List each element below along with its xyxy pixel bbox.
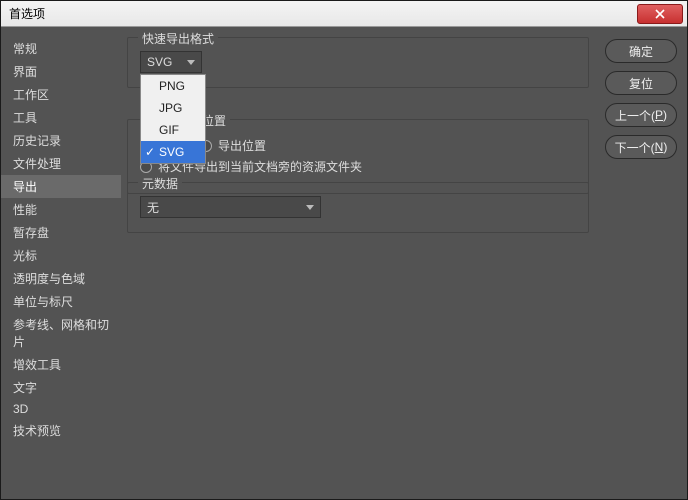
sidebar-item[interactable]: 暂存盘	[1, 221, 121, 244]
reset-button[interactable]: 复位	[605, 71, 677, 95]
sidebar-item[interactable]: 3D	[1, 399, 121, 419]
sidebar-item[interactable]: 导出	[1, 175, 121, 198]
sidebar-item[interactable]: 参考线、网格和切片	[1, 313, 121, 353]
group-metadata: 元数据 无	[127, 182, 589, 233]
close-button[interactable]	[637, 4, 683, 24]
format-select[interactable]: SVG PNGJPGGIF✓SVG	[140, 51, 202, 73]
sidebar-item[interactable]: 技术预览	[1, 419, 121, 442]
ok-button[interactable]: 确定	[605, 39, 677, 63]
sidebar-item[interactable]: 工具	[1, 106, 121, 129]
sidebar-item[interactable]: 性能	[1, 198, 121, 221]
group-quick-export: 快速导出格式 SVG PNGJPGGIF✓SVG	[127, 37, 589, 88]
sidebar-item[interactable]: 增效工具	[1, 353, 121, 376]
group-title: 快速导出格式	[138, 30, 218, 47]
titlebar: 首选项	[1, 1, 687, 27]
sidebar-item[interactable]: 历史记录	[1, 129, 121, 152]
close-icon	[655, 9, 665, 19]
prev-button[interactable]: 上一个(P)	[605, 103, 677, 127]
dropdown-option-label: GIF	[159, 123, 179, 137]
sidebar-item[interactable]: 界面	[1, 60, 121, 83]
dropdown-option-label: JPG	[159, 101, 182, 115]
sidebar-item[interactable]: 光标	[1, 244, 121, 267]
dropdown-option[interactable]: JPG	[141, 97, 205, 119]
group-title: 元数据	[138, 175, 182, 192]
format-dropdown: PNG JPG GIF ✓ SVG	[140, 74, 206, 164]
dropdown-option[interactable]: GIF	[141, 119, 205, 141]
sidebar-item[interactable]: 单位与标尺	[1, 290, 121, 313]
main-panel: 快速导出格式 SVG PNGJPGGIF✓SVG 位置 导出位置	[121, 27, 595, 499]
sidebar-item[interactable]: 工作区	[1, 83, 121, 106]
check-icon: ✓	[145, 145, 155, 159]
chevron-down-icon	[187, 60, 195, 65]
metadata-selected: 无	[147, 199, 159, 216]
dropdown-option-label: SVG	[159, 145, 184, 159]
sidebar-item[interactable]: 文件处理	[1, 152, 121, 175]
dropdown-option[interactable]: ✓ SVG	[141, 141, 205, 163]
dialog-body: 常规界面工作区工具历史记录文件处理导出性能暂存盘光标透明度与色域单位与标尺参考线…	[1, 27, 687, 499]
window-title: 首选项	[9, 5, 45, 22]
chevron-down-icon	[306, 205, 314, 210]
sidebar-item[interactable]: 透明度与色域	[1, 267, 121, 290]
preferences-window: 首选项 常规界面工作区工具历史记录文件处理导出性能暂存盘光标透明度与色域单位与标…	[0, 0, 688, 500]
sidebar-item[interactable]: 文字	[1, 376, 121, 399]
dropdown-option-label: PNG	[159, 79, 185, 93]
metadata-select[interactable]: 无	[140, 196, 321, 218]
sidebar-item[interactable]: 常规	[1, 37, 121, 60]
format-selected: SVG	[147, 55, 172, 69]
button-column: 确定 复位 上一个(P) 下一个(N)	[595, 27, 687, 499]
dropdown-option[interactable]: PNG	[141, 75, 205, 97]
next-button[interactable]: 下一个(N)	[605, 135, 677, 159]
category-sidebar: 常规界面工作区工具历史记录文件处理导出性能暂存盘光标透明度与色域单位与标尺参考线…	[1, 27, 121, 499]
radio-label: 导出位置	[218, 137, 266, 154]
